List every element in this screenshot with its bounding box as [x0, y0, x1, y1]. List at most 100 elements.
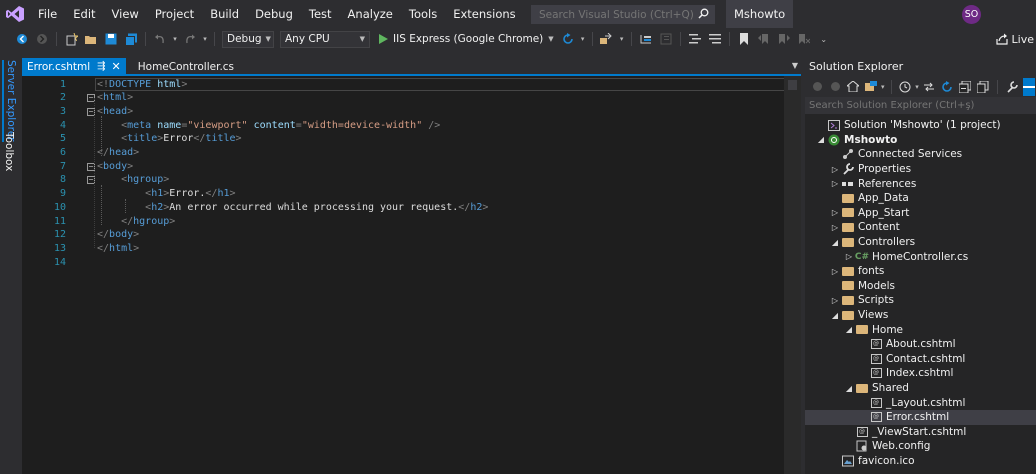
- tree-node[interactable]: @ Contact.cshtml: [805, 352, 1036, 367]
- comment-lines-icon[interactable]: [686, 30, 704, 48]
- menu-item-view[interactable]: View: [104, 0, 147, 28]
- tree-node[interactable]: @ Error.cshtml: [805, 410, 1036, 425]
- code-line[interactable]: <body>: [97, 160, 133, 174]
- menu-item-tools[interactable]: Tools: [401, 0, 445, 28]
- toggle-breakpoint-icon[interactable]: [657, 30, 675, 48]
- previous-bookmark-icon[interactable]: [755, 30, 773, 48]
- tab-homecontroller-cs[interactable]: HomeController.cs: [126, 58, 239, 75]
- properties-icon[interactable]: [1005, 78, 1019, 96]
- back-icon[interactable]: [810, 78, 824, 96]
- code-line[interactable]: <hgroup>: [97, 173, 169, 187]
- tree-node[interactable]: ◢ Home: [805, 322, 1036, 337]
- tree-node[interactable]: ◢ Controllers: [805, 235, 1036, 250]
- open-file-icon[interactable]: [82, 30, 100, 48]
- new-project-icon[interactable]: [62, 30, 80, 48]
- refresh-dropdown-icon[interactable]: ▾: [579, 30, 587, 48]
- menu-item-extensions[interactable]: Extensions: [445, 0, 523, 28]
- tree-node[interactable]: favicon.ico: [805, 454, 1036, 469]
- save-all-icon[interactable]: [122, 30, 140, 48]
- menu-item-test[interactable]: Test: [301, 0, 340, 28]
- refresh-icon[interactable]: [940, 78, 954, 96]
- preview-selected-items-icon[interactable]: [1022, 77, 1036, 96]
- code-line[interactable]: <head>: [97, 105, 133, 119]
- menu-item-debug[interactable]: Debug: [247, 0, 301, 28]
- platform-dropdown[interactable]: Any CPU ▼: [280, 30, 370, 48]
- code-line[interactable]: </hgroup>: [97, 215, 175, 229]
- search-box[interactable]: [531, 5, 715, 24]
- tree-node[interactable]: @ _ViewStart.cshtml: [805, 425, 1036, 440]
- collapse-all-icon[interactable]: [958, 78, 972, 96]
- code-line[interactable]: </body>: [97, 228, 139, 242]
- tree-node[interactable]: Connected Services: [805, 147, 1036, 162]
- sync-with-active-document-icon[interactable]: [922, 78, 936, 96]
- tree-node[interactable]: ▷ C# HomeController.cs: [805, 249, 1036, 264]
- tree-node[interactable]: @ _Layout.cshtml: [805, 395, 1036, 410]
- code-line[interactable]: </html>: [97, 242, 139, 256]
- expand-arrow-icon[interactable]: ▷: [829, 165, 841, 174]
- close-icon[interactable]: ✕: [112, 60, 121, 73]
- live-share-button[interactable]: Live: [995, 28, 1034, 50]
- redo-icon[interactable]: [181, 30, 199, 48]
- uncomment-lines-icon[interactable]: [706, 30, 724, 48]
- tree-node[interactable]: Web.config: [805, 439, 1036, 454]
- menu-item-edit[interactable]: Edit: [65, 0, 103, 28]
- search-icon[interactable]: [698, 8, 709, 22]
- code-line[interactable]: <title>Error</title>: [97, 132, 241, 146]
- tree-node[interactable]: App_Data: [805, 191, 1036, 206]
- tree-node[interactable]: ▷ Scripts: [805, 293, 1036, 308]
- pin-icon[interactable]: ⇶: [97, 61, 105, 72]
- chevron-down-icon[interactable]: ▾: [881, 83, 885, 91]
- solution-explorer-search[interactable]: [805, 97, 1036, 114]
- tab-overflow-icon[interactable]: ▼: [792, 61, 798, 70]
- show-all-files-icon[interactable]: [976, 78, 990, 96]
- collapse-arrow-icon[interactable]: ◢: [829, 238, 841, 247]
- browser-link-icon[interactable]: [598, 30, 616, 48]
- expand-arrow-icon[interactable]: ▷: [829, 179, 841, 188]
- next-bookmark-icon[interactable]: [775, 30, 793, 48]
- expand-arrow-icon[interactable]: ▷: [829, 267, 841, 276]
- code-line[interactable]: <h2>An error occurred while processing y…: [97, 201, 488, 215]
- expand-arrow-icon[interactable]: ▷: [829, 296, 841, 305]
- scrollbar-thumb[interactable]: [788, 80, 797, 90]
- tree-node[interactable]: ▷ App_Start: [805, 206, 1036, 221]
- tree-node[interactable]: Solution 'Mshowto' (1 project): [805, 118, 1036, 133]
- chevron-down-icon[interactable]: ▾: [915, 83, 919, 91]
- expand-arrow-icon[interactable]: ▷: [829, 223, 841, 232]
- clear-bookmarks-icon[interactable]: [795, 30, 813, 48]
- code-editor[interactable]: 1 2 3 4 5 6 7 8 9 10 11 12 13 14 <!DOCTYPE html> <html…: [22, 76, 801, 474]
- avatar[interactable]: SO: [962, 5, 981, 24]
- expand-arrow-icon[interactable]: ▷: [843, 252, 855, 261]
- tab-error-cshtml[interactable]: Error.cshtml ⇶ ✕: [22, 58, 126, 75]
- menu-item-analyze[interactable]: Analyze: [340, 0, 401, 28]
- vertical-scrollbar[interactable]: [784, 76, 801, 474]
- configuration-dropdown[interactable]: Debug ▼: [222, 30, 274, 48]
- navigate-back-icon[interactable]: [13, 30, 31, 48]
- undo-dropdown-icon[interactable]: ▾: [171, 30, 179, 48]
- chevron-down-icon[interactable]: ▼: [548, 35, 553, 43]
- home-icon[interactable]: [846, 78, 860, 96]
- navigate-forward-icon[interactable]: [33, 30, 51, 48]
- toolbar-overflow-icon[interactable]: ⌄: [815, 30, 833, 48]
- toolbox-tab[interactable]: Toolbox: [3, 132, 15, 171]
- menu-item-file[interactable]: File: [30, 0, 65, 28]
- code-line[interactable]: <h1>Error.</h1>: [97, 187, 235, 201]
- code-line[interactable]: </head>: [97, 146, 139, 160]
- switch-views-icon[interactable]: [864, 78, 878, 96]
- tree-node[interactable]: ◢ Views: [805, 308, 1036, 323]
- tree-node[interactable]: ▷ Properties: [805, 162, 1036, 177]
- search-input[interactable]: [539, 8, 698, 21]
- solution-search-input[interactable]: [809, 100, 1009, 111]
- undo-icon[interactable]: [151, 30, 169, 48]
- forward-icon[interactable]: [828, 78, 842, 96]
- run-button[interactable]: IIS Express (Google Chrome) ▼: [379, 33, 554, 45]
- collapse-arrow-icon[interactable]: ◢: [843, 325, 855, 334]
- code-line[interactable]: <html>: [97, 91, 133, 105]
- collapse-arrow-icon[interactable]: ◢: [815, 135, 827, 144]
- tree-node[interactable]: @ About.cshtml: [805, 337, 1036, 352]
- tree-node[interactable]: ◢ Mshowto: [805, 133, 1036, 148]
- collapse-arrow-icon[interactable]: ◢: [829, 311, 841, 320]
- tree-node[interactable]: Models: [805, 279, 1036, 294]
- collapse-arrow-icon[interactable]: ◢: [843, 384, 855, 393]
- bookmark-icon[interactable]: [735, 30, 753, 48]
- browser-link-dropdown-icon[interactable]: ▾: [618, 30, 626, 48]
